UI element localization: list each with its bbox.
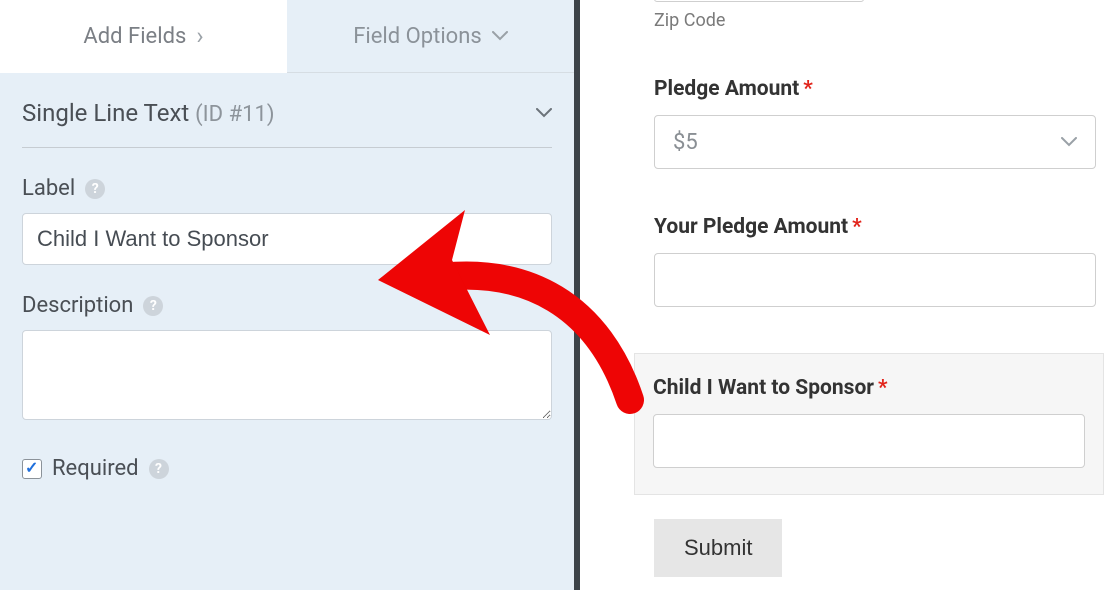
- pledge-amount-label: Pledge Amount: [654, 77, 799, 101]
- required-star-icon: *: [878, 376, 888, 400]
- help-icon[interactable]: ?: [85, 179, 105, 199]
- tab-field-options[interactable]: Field Options: [287, 0, 574, 72]
- chevron-down-icon: [536, 108, 552, 118]
- required-star-icon: *: [852, 215, 862, 239]
- section-id: (ID #11): [195, 102, 274, 127]
- tab-add-fields[interactable]: Add Fields: [0, 0, 287, 73]
- submit-button[interactable]: Submit: [654, 519, 782, 577]
- help-icon[interactable]: ?: [149, 459, 169, 479]
- section-title-text: Single Line Text: [22, 99, 189, 127]
- chevron-down-icon: [492, 31, 508, 41]
- description-field-label: Description: [22, 293, 133, 318]
- child-sponsor-label: Child I Want to Sponsor: [653, 376, 874, 400]
- required-label: Required: [52, 456, 139, 481]
- description-textarea[interactable]: [22, 330, 552, 420]
- child-sponsor-input[interactable]: [653, 414, 1085, 468]
- chevron-right-icon: [196, 22, 203, 50]
- section-header[interactable]: Single Line Text (ID #11): [22, 99, 552, 148]
- panel-tabs: Add Fields Field Options: [0, 0, 574, 73]
- your-pledge-amount-label: Your Pledge Amount: [654, 215, 848, 239]
- chevron-down-icon: [1061, 137, 1077, 147]
- required-checkbox[interactable]: [22, 459, 42, 479]
- help-icon[interactable]: ?: [143, 296, 163, 316]
- section-title: Single Line Text (ID #11): [22, 99, 275, 127]
- selected-field-highlight: Child I Want to Sponsor*: [634, 353, 1104, 495]
- pledge-amount-value: $5: [673, 130, 698, 155]
- form-preview: Zip Code Pledge Amount* $5 Your Pledge A…: [580, 0, 1116, 590]
- zip-input[interactable]: [654, 0, 864, 2]
- your-pledge-amount-input[interactable]: [654, 253, 1096, 307]
- required-star-icon: *: [803, 77, 813, 101]
- zip-sub-label: Zip Code: [654, 10, 1096, 31]
- pledge-amount-select[interactable]: $5: [654, 115, 1096, 169]
- label-field-label: Label: [22, 176, 75, 201]
- field-options-panel: Add Fields Field Options Single Line Tex…: [0, 0, 580, 590]
- label-input[interactable]: [22, 213, 552, 265]
- tab-add-fields-label: Add Fields: [83, 24, 186, 49]
- tab-field-options-label: Field Options: [353, 24, 481, 49]
